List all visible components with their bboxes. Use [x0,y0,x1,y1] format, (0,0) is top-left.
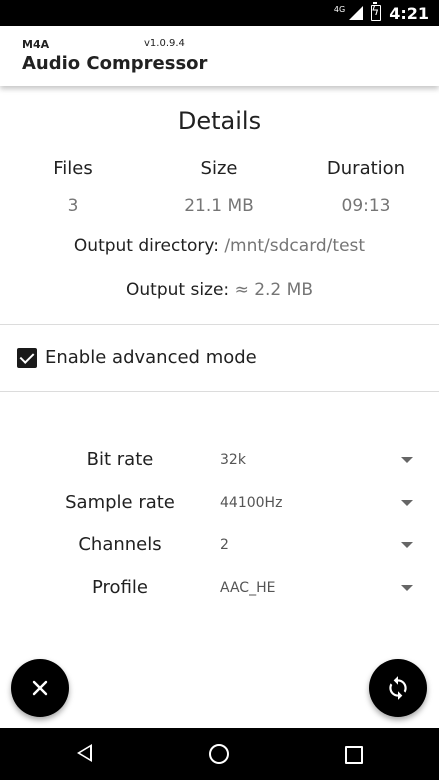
sync-icon [389,676,407,700]
setting-label: Channels [78,534,162,555]
app-title: Audio Compressor [22,53,208,74]
details-heading: Details [177,107,262,135]
status-time: 4:21 [389,3,429,23]
output-size-value: ≈ 2.2 MB [234,280,313,300]
setting-channels[interactable]: Channels 2 [0,527,439,563]
battery-charging-icon [371,2,382,21]
setting-label: Sample rate [65,492,175,513]
stat-label: Duration [326,158,406,179]
output-directory-label: Output directory: [73,236,219,256]
close-icon [32,680,48,696]
app-bar: M4A v1.0.9.4 Audio Compressor [0,26,439,86]
sample-rate-select[interactable]: 44100Hz [220,495,282,511]
stat-value: 3 [67,196,79,216]
setting-profile[interactable]: Profile AAC_HE [0,570,439,606]
setting-label: Bit rate [86,449,154,470]
divider [0,391,439,392]
cancel-button[interactable] [11,659,69,717]
app-subtitle: M4A [22,38,50,51]
bit-rate-select[interactable]: 32k [220,452,246,468]
stat-value: 09:13 [341,196,391,216]
recents-icon[interactable] [345,746,363,764]
advanced-mode-checkbox[interactable] [17,347,37,368]
network-type: 4G [333,5,346,14]
stat-label: Size [200,158,238,179]
dropdown-arrow-icon[interactable] [401,542,413,548]
advanced-mode-toggle[interactable]: Enable advanced mode [17,347,257,368]
output-size-label: Output size: [126,280,230,300]
stat-value: 21.1 MB [184,196,254,216]
setting-bit-rate[interactable]: Bit rate 32k [0,442,439,478]
status-bar: 4G 4:21 [0,0,439,26]
setting-label: Profile [92,577,148,598]
convert-button[interactable] [369,659,427,717]
dropdown-arrow-icon[interactable] [401,500,413,506]
channels-select[interactable]: 2 [220,537,229,553]
divider [0,324,439,325]
dropdown-arrow-icon[interactable] [401,457,413,463]
dropdown-arrow-icon[interactable] [401,585,413,591]
stat-label: Files [53,158,93,179]
output-directory-value: /mnt/sdcard/test [224,236,366,256]
stat-size: Size 21.1 MB [146,158,292,216]
system-nav-bar [0,728,439,780]
home-icon[interactable] [209,744,229,764]
stat-duration: Duration 09:13 [293,158,439,216]
output-directory: Output directory: /mnt/sdcard/test [0,236,439,256]
signal-icon [349,6,364,20]
app-version: v1.0.9.4 [144,38,185,49]
back-icon-inner [80,747,90,759]
stat-files: Files 3 [0,158,146,216]
output-size: Output size: ≈ 2.2 MB [0,280,439,300]
setting-sample-rate[interactable]: Sample rate 44100Hz [0,485,439,521]
profile-select[interactable]: AAC_HE [220,580,275,596]
advanced-mode-label[interactable]: Enable advanced mode [45,347,257,368]
